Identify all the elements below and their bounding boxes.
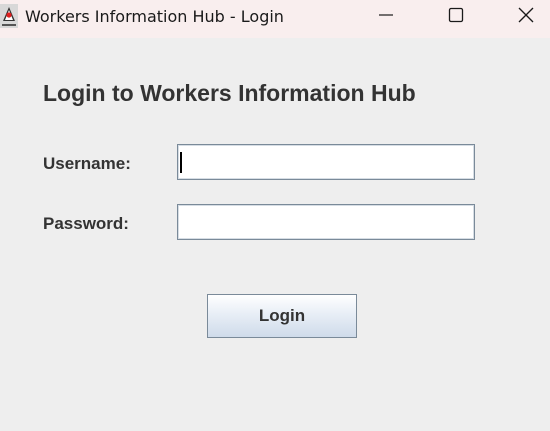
close-button[interactable] — [503, 0, 549, 34]
minimize-button[interactable] — [363, 0, 409, 34]
minimize-icon — [378, 7, 394, 28]
page-title: Login to Workers Information Hub — [43, 80, 416, 106]
username-field[interactable] — [177, 144, 475, 180]
login-window: Workers Information Hub - Login Login to… — [0, 0, 550, 431]
login-button[interactable]: Login — [207, 294, 357, 338]
window-title: Workers Information Hub - Login — [25, 7, 284, 26]
title-bar[interactable]: Workers Information Hub - Login — [0, 0, 550, 38]
password-label: Password: — [43, 214, 129, 233]
password-field[interactable] — [177, 204, 475, 240]
maximize-button[interactable] — [433, 0, 479, 34]
maximize-icon — [448, 7, 464, 28]
username-label: Username: — [43, 154, 131, 173]
java-duke-icon — [0, 4, 18, 28]
login-panel: Login to Workers Information Hub Usernam… — [0, 38, 550, 431]
text-caret — [180, 152, 182, 173]
close-icon — [518, 7, 534, 28]
